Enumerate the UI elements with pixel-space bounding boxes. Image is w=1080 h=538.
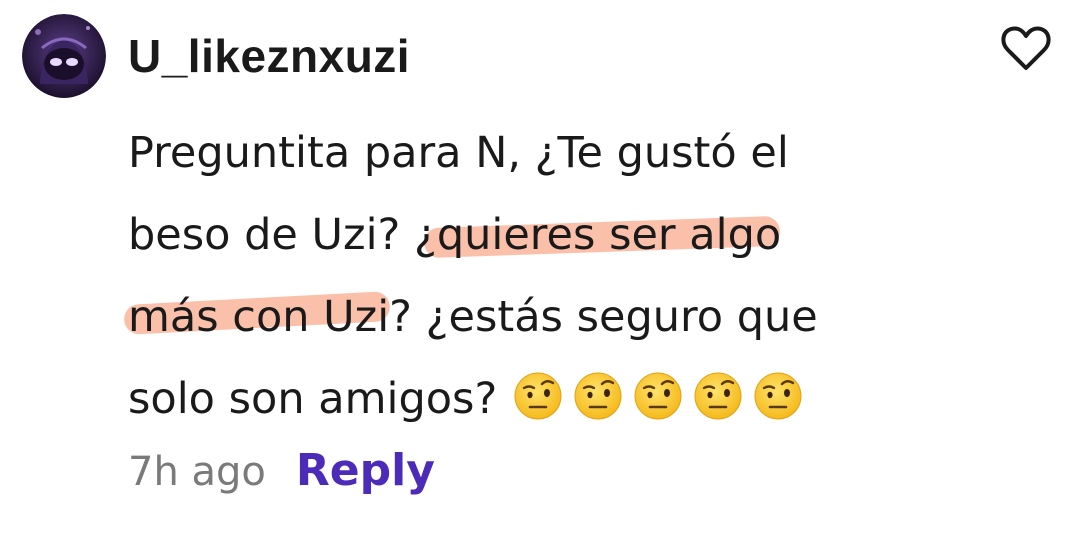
comment-meta: 7h ago Reply bbox=[128, 445, 435, 496]
heart-outline-icon[interactable] bbox=[1000, 24, 1052, 72]
comment-line-text: más con Uzi? ¿estás seguro que bbox=[128, 292, 818, 342]
comment-card: U_likeznxuzi Preguntita para N, ¿Te gust… bbox=[0, 0, 1080, 538]
face-with-raised-eyebrow-icon bbox=[573, 366, 623, 420]
avatar[interactable] bbox=[22, 14, 106, 98]
face-with-raised-eyebrow-icon bbox=[693, 366, 743, 420]
face-with-raised-eyebrow-icon bbox=[513, 366, 563, 420]
face-with-raised-eyebrow-icon bbox=[633, 366, 683, 420]
comment-line: solo son amigos? bbox=[128, 358, 948, 440]
emoji-row bbox=[497, 372, 803, 424]
comment-line-text: solo son amigos? bbox=[128, 374, 498, 424]
reply-button[interactable]: Reply bbox=[296, 445, 435, 496]
face-with-raised-eyebrow-icon bbox=[753, 366, 803, 420]
comment-line: Preguntita para N, ¿Te gustó el bbox=[128, 128, 789, 178]
comment-line: beso de Uzi? ¿quieres ser algo bbox=[128, 194, 781, 276]
comment-body: Preguntita para N, ¿Te gustó el beso de … bbox=[123, 112, 948, 440]
comment-line: más con Uzi? ¿estás seguro que bbox=[123, 276, 818, 358]
username[interactable]: U_likeznxuzi bbox=[128, 26, 410, 86]
timestamp: 7h ago bbox=[128, 449, 266, 495]
comment-line-text: beso de Uzi? ¿quieres ser algo bbox=[128, 210, 782, 260]
